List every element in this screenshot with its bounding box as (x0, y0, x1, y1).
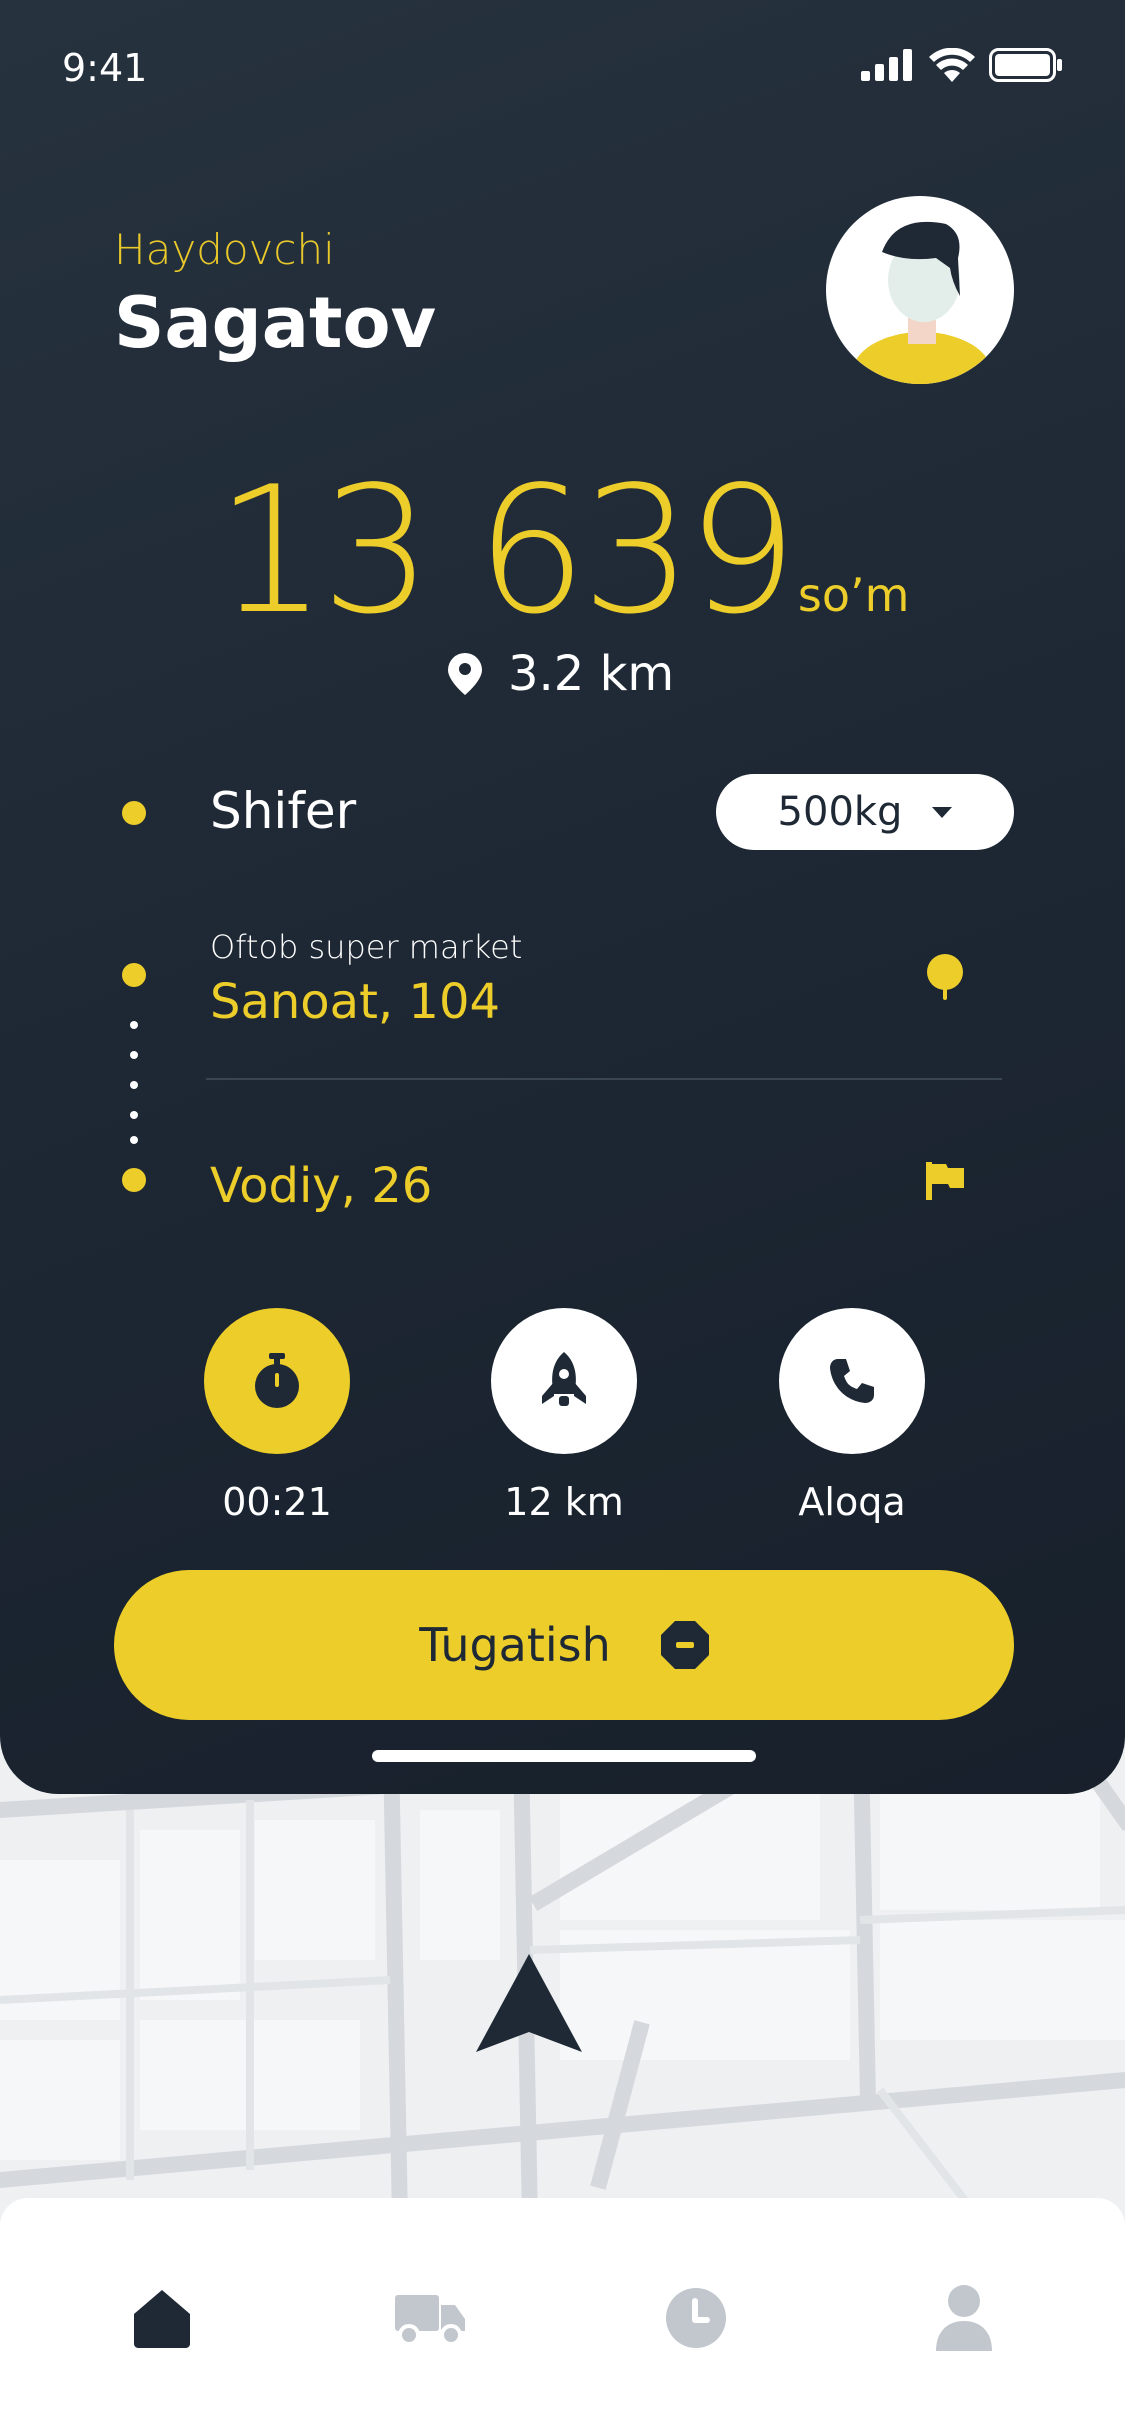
trip-distance-value: 3.2 km (508, 646, 675, 702)
finish-trip-label: Tugatish (419, 1618, 611, 1672)
route-line-dot (130, 1136, 138, 1144)
home-icon (134, 2290, 190, 2348)
weight-dropdown[interactable]: 500kg (716, 774, 1014, 850)
tab-history[interactable] (656, 2278, 736, 2358)
timer-label: 00:21 (222, 1480, 332, 1524)
distance-label: 12 km (504, 1480, 624, 1524)
rocket-icon (542, 1352, 586, 1406)
driver-role-label: Haydovchi (114, 225, 335, 274)
status-bar: 9:41 (0, 0, 1125, 140)
route-start-dot (122, 963, 146, 987)
weight-value: 500kg (777, 789, 903, 835)
fare-display: 13 639 so’m (0, 450, 1125, 653)
distance-button[interactable] (491, 1308, 637, 1454)
stopwatch-icon (255, 1353, 299, 1408)
tab-home[interactable] (122, 2278, 202, 2358)
driver-avatar-illustration (852, 221, 992, 384)
home-indicator (372, 1750, 756, 1762)
route-end-dot (122, 1168, 146, 1192)
cellular-signal-icon (861, 49, 912, 81)
clock-icon (666, 2288, 726, 2348)
route-line-dot (130, 1051, 138, 1059)
route-line-dot (130, 1081, 138, 1089)
timer-action[interactable]: 00:21 (204, 1308, 350, 1524)
pickup-pin-icon[interactable] (926, 954, 964, 1004)
fare-amount: 13 639 (215, 450, 798, 653)
cargo-dot (122, 801, 146, 825)
user-icon (936, 2285, 992, 2351)
dropoff-address[interactable]: Vodiy, 26 (210, 1158, 432, 1214)
tab-deliveries[interactable] (390, 2278, 470, 2358)
driver-name: Sagatov (114, 282, 437, 364)
location-pin-icon (448, 653, 482, 695)
avatar[interactable] (826, 196, 1014, 384)
cargo-name: Shifer (210, 782, 357, 840)
pickup-place-name: Oftob super market (210, 928, 523, 966)
chevron-down-icon (932, 806, 953, 818)
call-button[interactable] (779, 1308, 925, 1454)
truck-icon (395, 2295, 465, 2345)
stop-octagon-icon (660, 1621, 709, 1669)
wifi-icon (929, 48, 975, 82)
route-line-dot (130, 1111, 138, 1119)
phone-icon (830, 1359, 874, 1403)
flag-icon[interactable] (926, 1162, 964, 1204)
trip-card: 9:41 Haydovchi Sagatov 13 639 so’m 3.2 k… (0, 0, 1125, 1794)
status-time: 9:41 (62, 46, 148, 90)
finish-trip-button[interactable]: Tugatish (114, 1570, 1014, 1720)
bottom-tab-bar (0, 2198, 1125, 2436)
battery-icon (989, 48, 1062, 82)
fare-currency: so’m (797, 568, 910, 622)
route-divider (206, 1078, 1002, 1080)
contact-label: Aloqa (798, 1480, 906, 1524)
pickup-address[interactable]: Sanoat, 104 (210, 974, 500, 1030)
trip-distance: 3.2 km (448, 646, 674, 702)
navigation-arrow-icon (476, 1954, 582, 2058)
timer-button[interactable] (204, 1308, 350, 1454)
distance-action[interactable]: 12 km (491, 1308, 637, 1524)
route-line-dot (130, 1021, 138, 1029)
contact-action[interactable]: Aloqa (779, 1308, 925, 1524)
tab-profile[interactable] (924, 2278, 1004, 2358)
